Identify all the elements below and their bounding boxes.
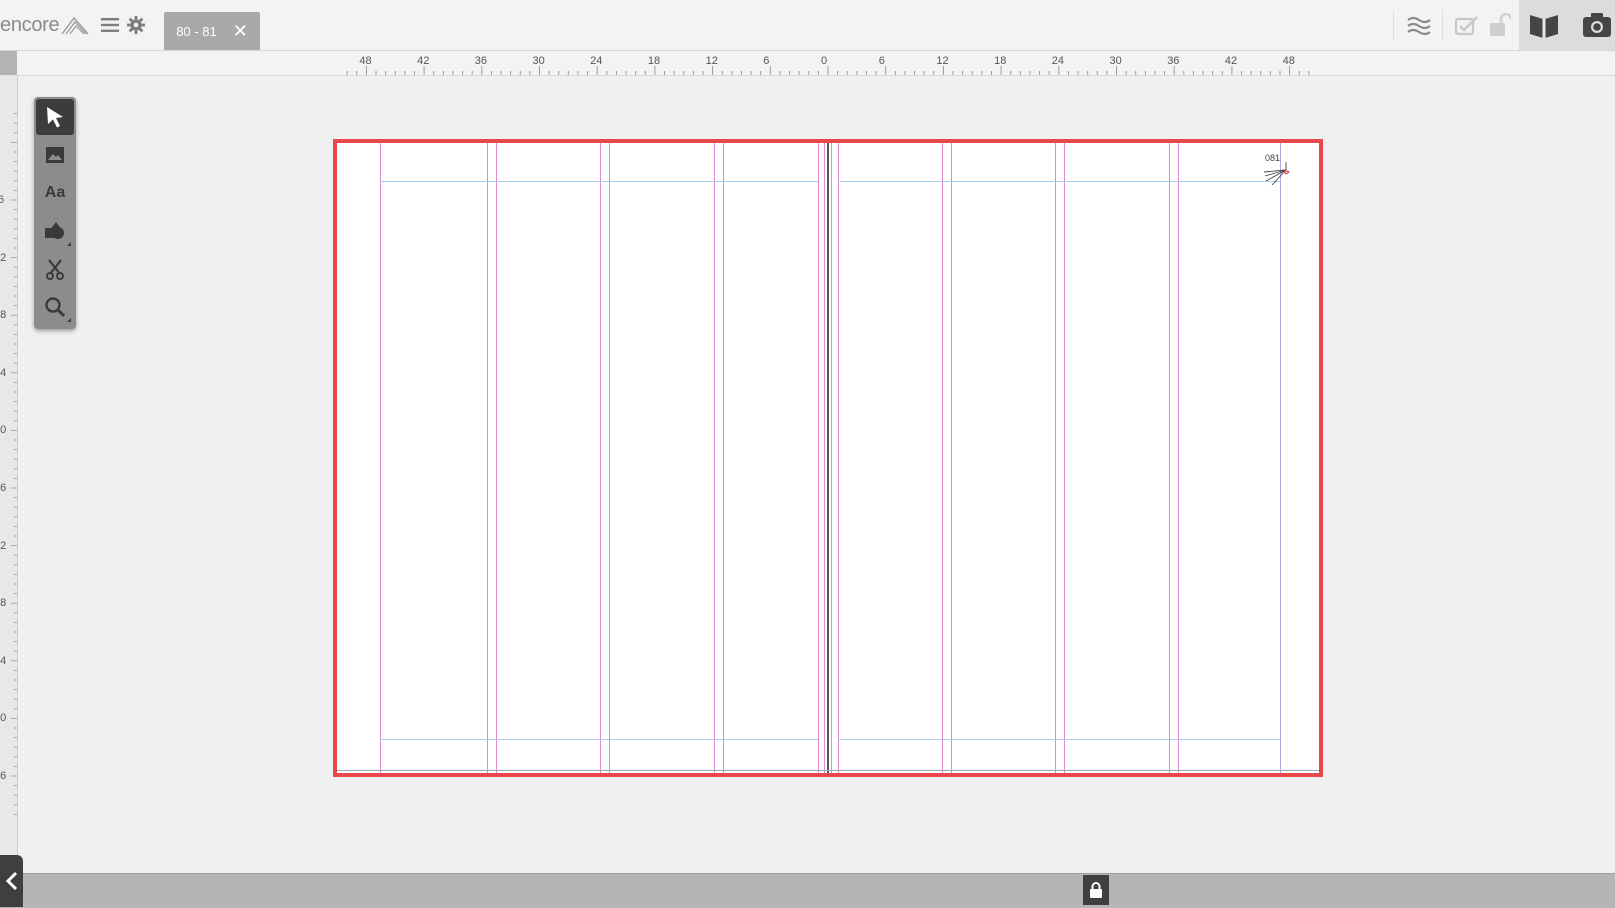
camera-icon[interactable] xyxy=(1578,10,1615,40)
ruler-label: 24 xyxy=(590,55,603,67)
ruler-label: 30 xyxy=(532,55,545,67)
shapes-icon xyxy=(45,222,64,239)
top-toolbar: encore 80 - 81 ✕ xyxy=(0,0,1615,51)
ruler-label: 42 xyxy=(417,55,430,67)
close-icon[interactable]: ✕ xyxy=(233,22,248,40)
ruler-label: 12 xyxy=(705,55,718,67)
submenu-indicator xyxy=(67,318,71,322)
gear-icon[interactable] xyxy=(126,15,146,35)
ruler-label: 66 xyxy=(0,770,7,782)
app-logo: encore xyxy=(0,12,90,38)
tools-panel: Aa xyxy=(34,97,76,329)
zoom-tool-button[interactable] xyxy=(36,289,74,325)
text-icon: Aa xyxy=(44,184,66,201)
ruler-label: 30 xyxy=(0,424,7,437)
checklist-icon[interactable] xyxy=(1453,12,1481,38)
horizontal-ruler[interactable]: 48 42 36 30 24 18 12 6 0 6 12 18 24 30 36 42 48 xyxy=(17,51,1615,76)
waves-icon[interactable] xyxy=(1405,12,1433,38)
lock-button[interactable] xyxy=(1083,875,1109,905)
ruler-label: 24 xyxy=(1051,55,1065,67)
ruler-label: 48 xyxy=(359,55,372,67)
ruler-label: 12 xyxy=(936,55,949,67)
ruler-label: 6 xyxy=(0,194,5,206)
zoom-icon xyxy=(45,297,66,318)
ruler-label: 60 xyxy=(0,712,7,725)
ruler-label: 42 xyxy=(0,539,7,552)
image-tool-button[interactable] xyxy=(36,137,74,173)
ruler-label: 54 xyxy=(0,654,7,667)
scissors-tool-button[interactable] xyxy=(36,251,74,287)
logo-text: encore xyxy=(0,13,60,36)
select-arrow-icon xyxy=(47,107,63,128)
shapes-tool-button[interactable] xyxy=(36,213,74,249)
text-tool-button[interactable]: Aa xyxy=(36,175,74,211)
hamburger-menu-icon[interactable] xyxy=(100,16,120,34)
select-tool-button[interactable] xyxy=(36,99,74,135)
ruler-label: 48 xyxy=(1282,55,1295,67)
lock-icon xyxy=(1090,882,1102,898)
image-icon xyxy=(46,147,64,163)
ruler-corner xyxy=(0,51,17,75)
chevron-left-icon xyxy=(5,871,17,891)
ruler-label: 12 xyxy=(0,251,7,264)
ruler-label: 30 xyxy=(1109,55,1122,67)
page-spread-80-81[interactable] xyxy=(333,139,1323,777)
ruler-label: 6 xyxy=(763,55,770,67)
page-marker-icon xyxy=(1263,162,1291,186)
unlock-icon[interactable] xyxy=(1488,12,1512,38)
ruler-label: 6 xyxy=(878,55,885,67)
submenu-indicator xyxy=(67,242,71,246)
layout-guides xyxy=(337,143,1319,773)
scissors-icon xyxy=(46,259,64,280)
ruler-label: 0 xyxy=(821,55,828,67)
ruler-label: 18 xyxy=(0,309,7,322)
horizontal-ruler-ticks xyxy=(346,66,1310,75)
ruler-label: 18 xyxy=(647,55,661,67)
vertical-ruler[interactable]: 6 12 18 24 30 36 42 48 54 60 66 xyxy=(0,75,18,872)
tab-label: 80 - 81 xyxy=(176,23,217,39)
bottom-status-bar xyxy=(0,873,1615,908)
ruler-label: 24 xyxy=(0,366,7,379)
ruler-label: 18 xyxy=(994,55,1007,67)
ruler-label: 48 xyxy=(0,597,7,610)
ruler-label: 36 xyxy=(474,55,488,67)
book-pages-icon xyxy=(61,16,89,35)
ruler-label: 36 xyxy=(1167,55,1180,67)
ruler-label: 42 xyxy=(1224,55,1238,67)
open-book-icon[interactable] xyxy=(1526,10,1562,40)
collapse-panel-button[interactable] xyxy=(0,855,23,907)
tab-spread-80-81[interactable]: 80 - 81 ✕ xyxy=(164,12,260,50)
ruler-label: 36 xyxy=(0,482,7,494)
